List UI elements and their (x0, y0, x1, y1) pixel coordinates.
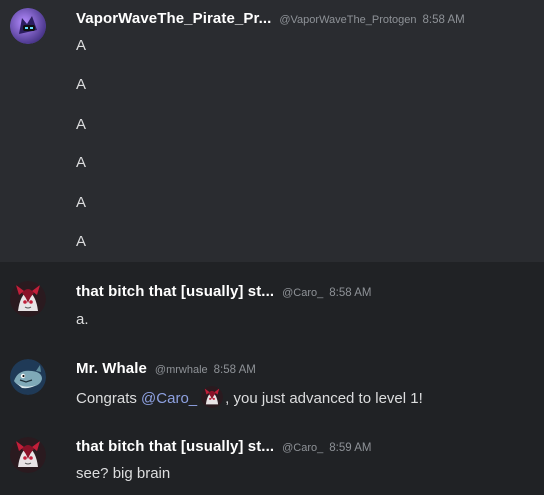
author-handle: @VaporWaveThe_Protogen (279, 14, 417, 26)
author-name[interactable]: that bitch that [usually] st... (76, 283, 274, 300)
message-text: Congrats @Caro_ , you just advanced to l… (76, 386, 423, 408)
protogen-avatar-icon[interactable] (10, 8, 46, 44)
message-text: A (76, 116, 87, 133)
timestamp: 8:58 AM (213, 364, 256, 376)
message-text: A (76, 233, 87, 250)
author-handle: @mrwhale (154, 364, 208, 376)
author-handle: @Caro_ (282, 442, 324, 454)
message-group-mrwhale[interactable]: Mr. Whale @mrwhale 8:58 AM Congrats @Car… (0, 350, 544, 420)
message-group-vaporwave[interactable]: VaporWaveThe_Pirate_Pr... @VaporWaveThe_… (0, 0, 544, 262)
message-group-caro-2[interactable]: that bitch that [usually] st... @Caro_ 8… (0, 428, 544, 495)
author-name[interactable]: that bitch that [usually] st... (76, 438, 274, 455)
chat-log: VaporWaveThe_Pirate_Pr... @VaporWaveThe_… (0, 0, 544, 495)
author-name[interactable]: VaporWaveThe_Pirate_Pr... (76, 10, 271, 27)
caro-avatar-icon (201, 386, 224, 408)
message-text-after: , you just advanced to level 1! (225, 390, 423, 407)
message-group-caro-1[interactable]: that bitch that [usually] st... @Caro_ 8… (0, 274, 544, 338)
message-text: see? big brain (76, 465, 171, 482)
author-handle: @Caro_ (282, 287, 324, 299)
author-name[interactable]: Mr. Whale (76, 360, 147, 377)
message-text: A (76, 37, 87, 54)
message-text: A (76, 194, 87, 211)
message-text: A (76, 76, 87, 93)
timestamp: 8:58 AM (422, 14, 465, 26)
timestamp: 8:59 AM (329, 442, 372, 454)
user-mention[interactable]: @Caro_ (141, 390, 197, 407)
message-text-before: Congrats (76, 390, 142, 407)
timestamp: 8:58 AM (329, 287, 372, 299)
message-text: A (76, 154, 87, 171)
caro-avatar-icon[interactable] (10, 281, 46, 317)
message-text: a. (76, 311, 89, 328)
whale-avatar-icon[interactable] (10, 359, 46, 395)
caro-avatar-icon[interactable] (10, 437, 46, 473)
